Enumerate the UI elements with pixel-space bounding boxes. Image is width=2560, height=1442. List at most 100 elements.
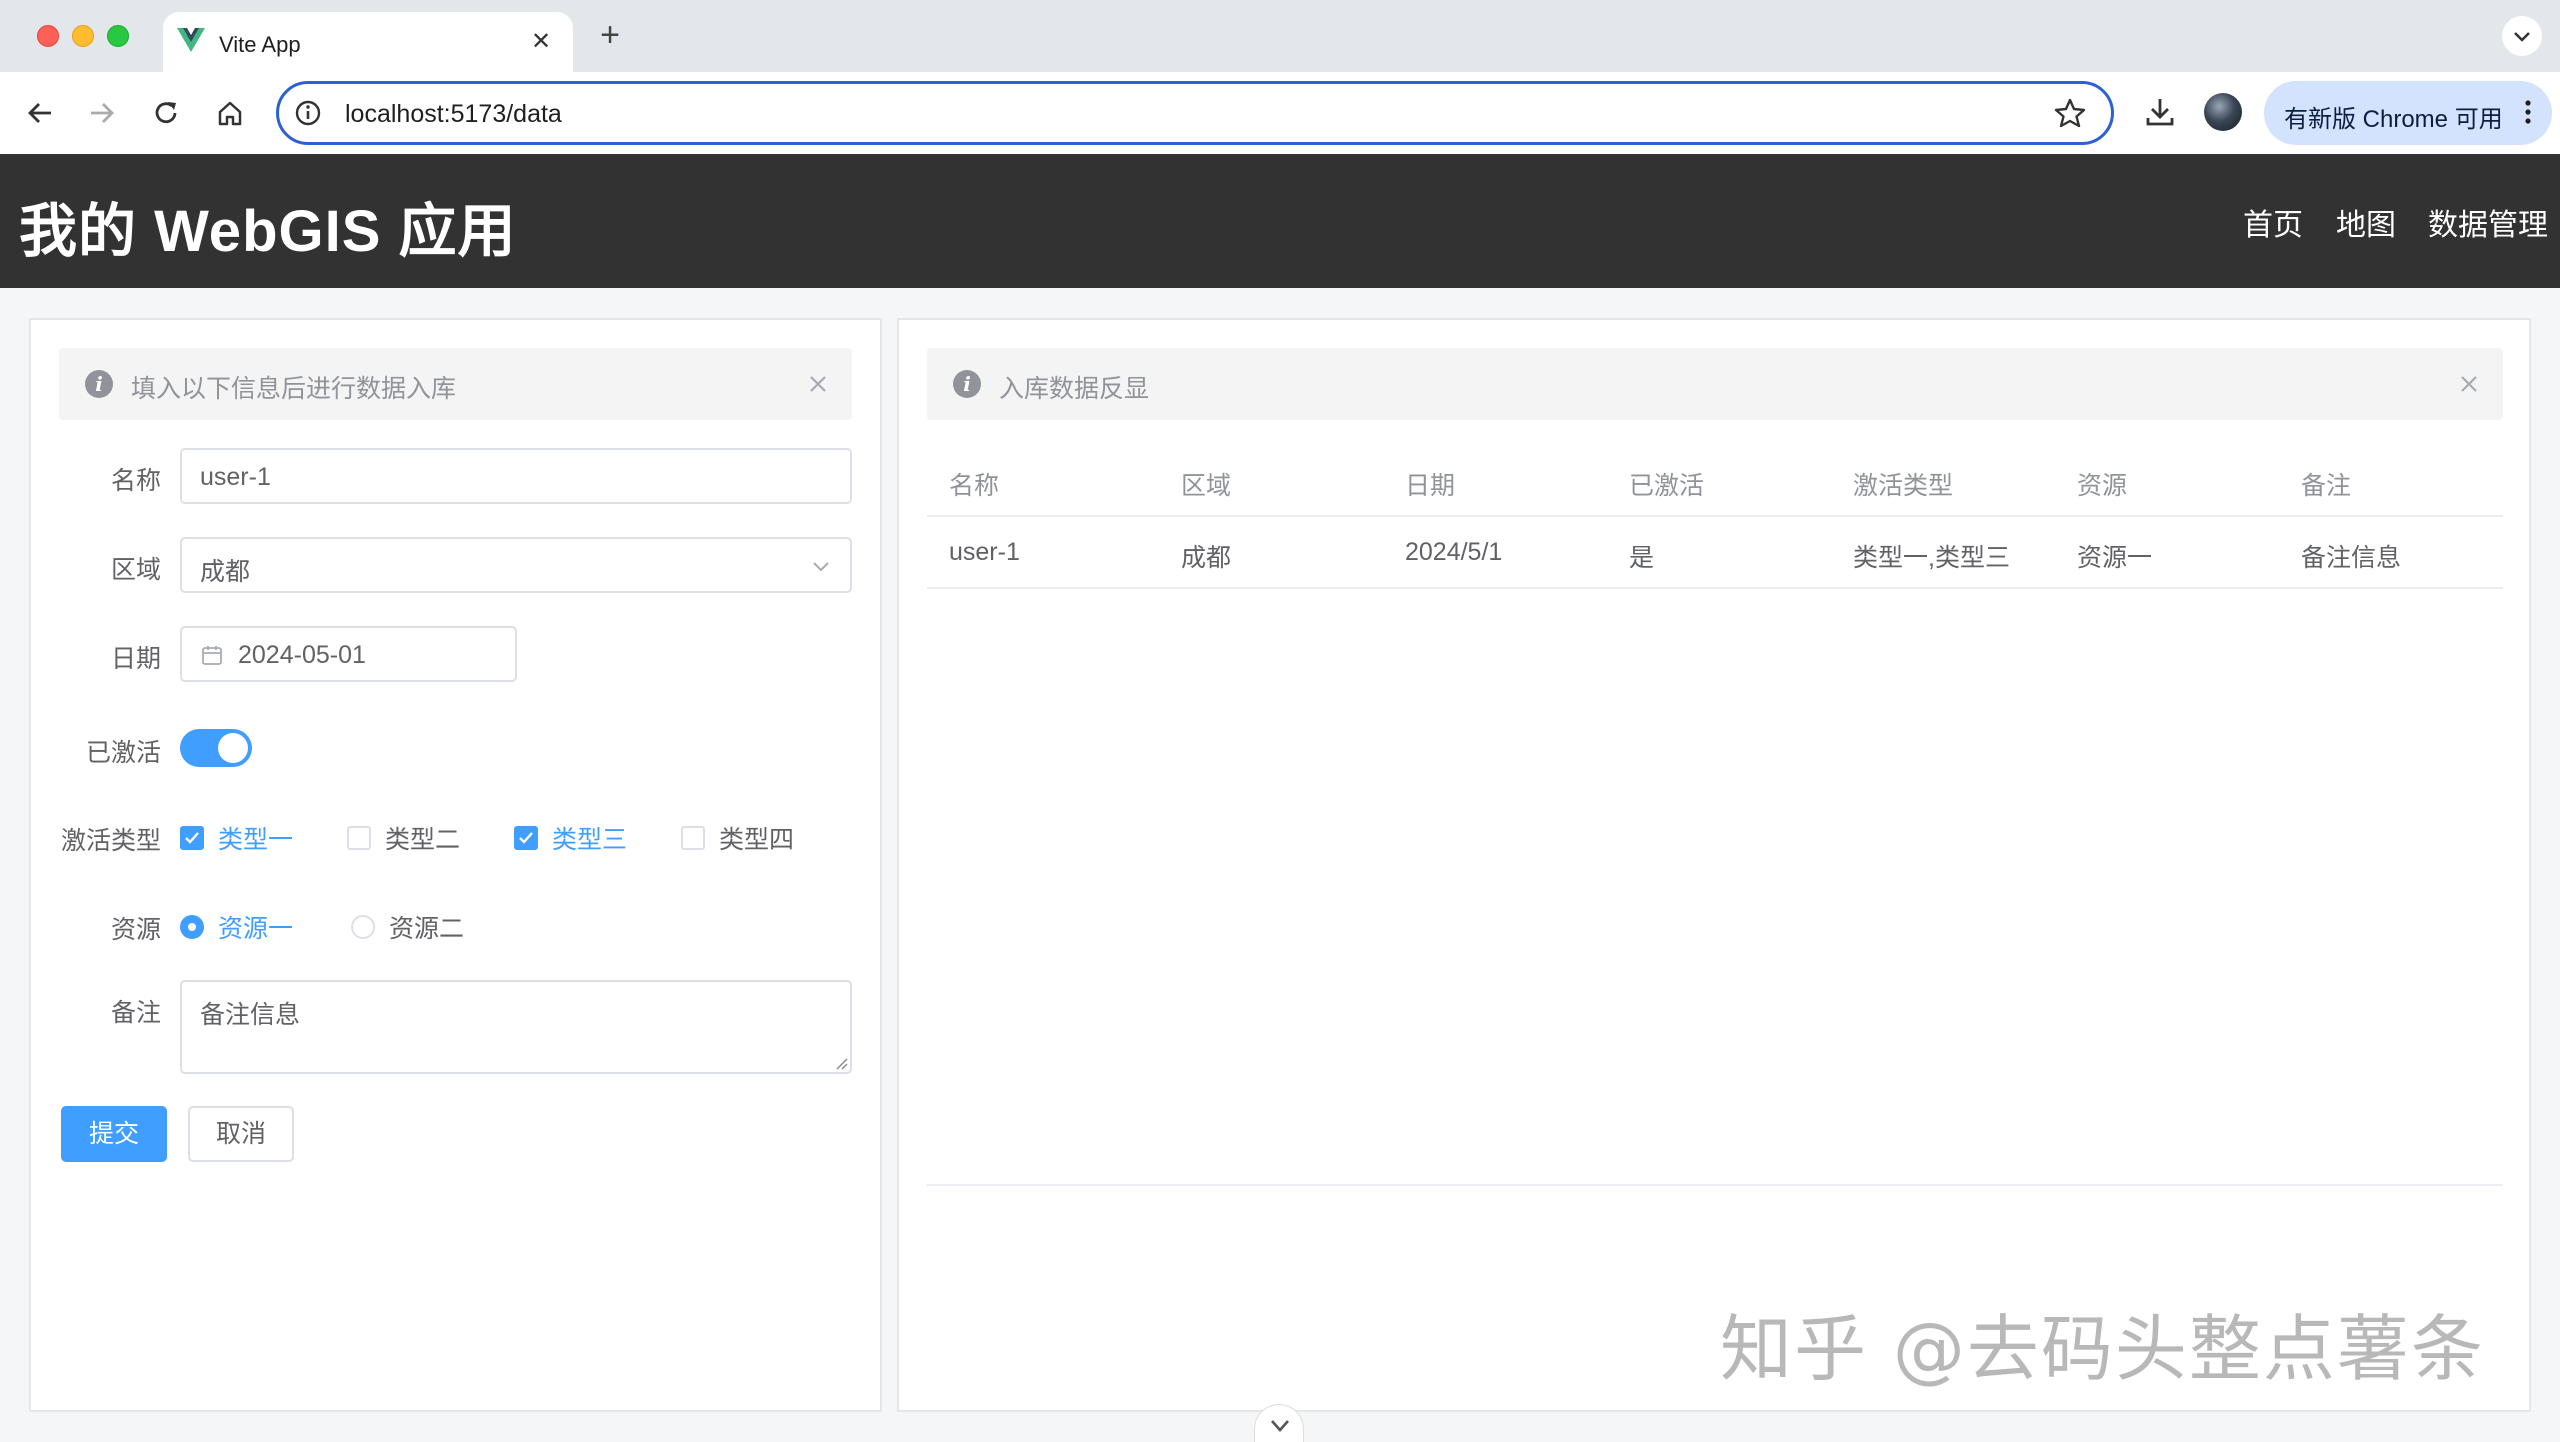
form-actions: 提交 取消 (31, 1106, 884, 1164)
radio-icon (351, 915, 375, 939)
info-icon[interactable] (293, 98, 323, 128)
form-item-resource: 资源 资源一 资源二 (31, 893, 884, 949)
arrow-left-icon (28, 103, 51, 123)
info-icon: i (85, 370, 113, 398)
checkbox-icon (347, 826, 371, 850)
name-input[interactable]: user-1 (180, 448, 852, 504)
back-button[interactable] (20, 93, 60, 133)
cell-date: 2024/5/1 (1405, 538, 1503, 566)
profile-avatar[interactable] (2204, 93, 2242, 131)
url-text: localhost:5173/data (345, 100, 562, 128)
cell-types: 类型一,类型三 (1853, 544, 2010, 572)
remark-label: 备注 (110, 999, 161, 1027)
region-select[interactable]: 成都 (180, 537, 852, 593)
switch-knob (218, 733, 248, 763)
form-item-name: 名称 user-1 (31, 448, 884, 506)
tab-close-icon[interactable]: ✕ (527, 28, 555, 56)
type-checkbox-1[interactable]: 类型一 (180, 820, 293, 856)
calendar-icon (202, 646, 222, 665)
main-content: i 填入以下信息后进行数据入库 名称 user-1 区域 成都 日期 2024-… (0, 288, 2560, 1442)
tab-title: Vite App (219, 32, 301, 57)
table-panel: i 入库数据反显 名称 区域 日期 已激活 激活类型 资源 备注 user-1 … (897, 318, 2531, 1412)
nav-home[interactable]: 首页 (2243, 200, 2303, 244)
update-label: 有新版 Chrome 可用 (2284, 106, 2503, 133)
info-icon: i (953, 370, 981, 398)
scroll-down-button[interactable] (1254, 1404, 1304, 1442)
checkbox-checked-icon (180, 826, 204, 850)
bookmark-star-icon[interactable] (2053, 96, 2087, 130)
forward-button[interactable] (82, 93, 122, 133)
checkbox-checked-icon (514, 826, 538, 850)
name-label: 名称 (110, 467, 161, 495)
form-item-region: 区域 成都 (31, 537, 884, 595)
resize-handle-icon[interactable] (834, 1056, 848, 1070)
type-checkbox-3[interactable]: 类型三 (514, 820, 627, 856)
form-alert: i 填入以下信息后进行数据入库 (59, 348, 852, 420)
download-icon[interactable] (2140, 92, 2180, 132)
close-icon[interactable] (804, 370, 832, 398)
submit-button[interactable]: 提交 (61, 1106, 167, 1162)
resource-label: 资源 (110, 916, 161, 944)
address-bar[interactable]: localhost:5173/data (276, 81, 2114, 145)
types-label: 激活类型 (60, 827, 161, 855)
new-tab-icon[interactable]: + (592, 18, 628, 54)
app-header: 我的 WebGIS 应用 首页 地图 数据管理 (0, 154, 2560, 288)
resource-label-2: 资源二 (389, 915, 465, 943)
tab-search-button[interactable] (2502, 16, 2542, 56)
column-header-name: 名称 (949, 472, 1000, 500)
chrome-update-button[interactable]: 有新版 Chrome 可用 (2264, 81, 2552, 145)
date-picker[interactable]: 2024-05-01 (180, 626, 517, 682)
nav-map[interactable]: 地图 (2336, 200, 2396, 244)
maximize-window-button[interactable] (107, 25, 129, 47)
cell-region: 成都 (1181, 544, 1232, 572)
close-window-button[interactable] (37, 25, 59, 47)
column-header-types: 激活类型 (1853, 472, 1954, 500)
close-icon[interactable] (2455, 370, 2483, 398)
chevron-down-icon (1271, 1420, 1289, 1432)
type-checkbox-4[interactable]: 类型四 (681, 820, 794, 856)
checkbox-icon (681, 826, 705, 850)
activated-label: 已激活 (85, 739, 161, 767)
nav-data-management[interactable]: 数据管理 (2428, 200, 2548, 244)
cell-activated: 是 (1629, 544, 1655, 572)
more-vertical-icon (2525, 100, 2531, 124)
chevron-down-icon (2514, 32, 2530, 42)
arrow-right-icon (91, 103, 114, 123)
radio-checked-icon (180, 915, 204, 939)
activated-switch[interactable] (180, 729, 252, 767)
form-alert-text: 填入以下信息后进行数据入库 (131, 375, 457, 403)
home-icon (218, 101, 242, 126)
reload-button[interactable] (146, 93, 186, 133)
vue-logo-icon (177, 28, 205, 52)
table-alert: i 入库数据反显 (927, 348, 2503, 420)
table-row[interactable]: user-1 成都 2024/5/1 是 类型一,类型三 资源一 备注信息 (927, 517, 2503, 589)
home-button[interactable] (210, 93, 250, 133)
name-input-value: user-1 (200, 463, 271, 491)
browser-tab[interactable]: Vite App ✕ (163, 12, 573, 72)
column-header-remark: 备注 (2301, 472, 2352, 500)
table-bottom-border (927, 1184, 2503, 1186)
browser-toolbar: localhost:5173/data 有新版 Chrome 可用 (0, 72, 2560, 154)
type-label-1: 类型一 (218, 826, 294, 854)
remark-textarea[interactable]: 备注信息 (180, 980, 852, 1074)
remark-value: 备注信息 (200, 1001, 301, 1029)
chevron-down-icon (813, 562, 829, 572)
form-panel: i 填入以下信息后进行数据入库 名称 user-1 区域 成都 日期 2024-… (29, 318, 882, 1412)
resource-radio-2[interactable]: 资源二 (351, 909, 464, 945)
table-alert-text: 入库数据反显 (999, 375, 1150, 403)
table-header-row: 名称 区域 日期 已激活 激活类型 资源 备注 (927, 445, 2503, 517)
column-header-activated: 已激活 (1629, 472, 1705, 500)
cancel-button[interactable]: 取消 (188, 1106, 294, 1162)
resource-radio-1[interactable]: 资源一 (180, 909, 293, 945)
form-item-remark: 备注 备注信息 (31, 980, 884, 1074)
app-title: 我的 WebGIS 应用 (19, 199, 517, 264)
data-table: 名称 区域 日期 已激活 激活类型 资源 备注 user-1 成都 2024/5… (927, 445, 2503, 589)
column-header-date: 日期 (1405, 472, 1456, 500)
minimize-window-button[interactable] (72, 25, 94, 47)
type-label-3: 类型三 (552, 826, 628, 854)
type-checkbox-2[interactable]: 类型二 (347, 820, 460, 856)
region-select-value: 成都 (200, 558, 251, 586)
cell-remark: 备注信息 (2301, 544, 2402, 572)
resource-label-1: 资源一 (218, 915, 294, 943)
type-label-2: 类型二 (385, 826, 461, 854)
